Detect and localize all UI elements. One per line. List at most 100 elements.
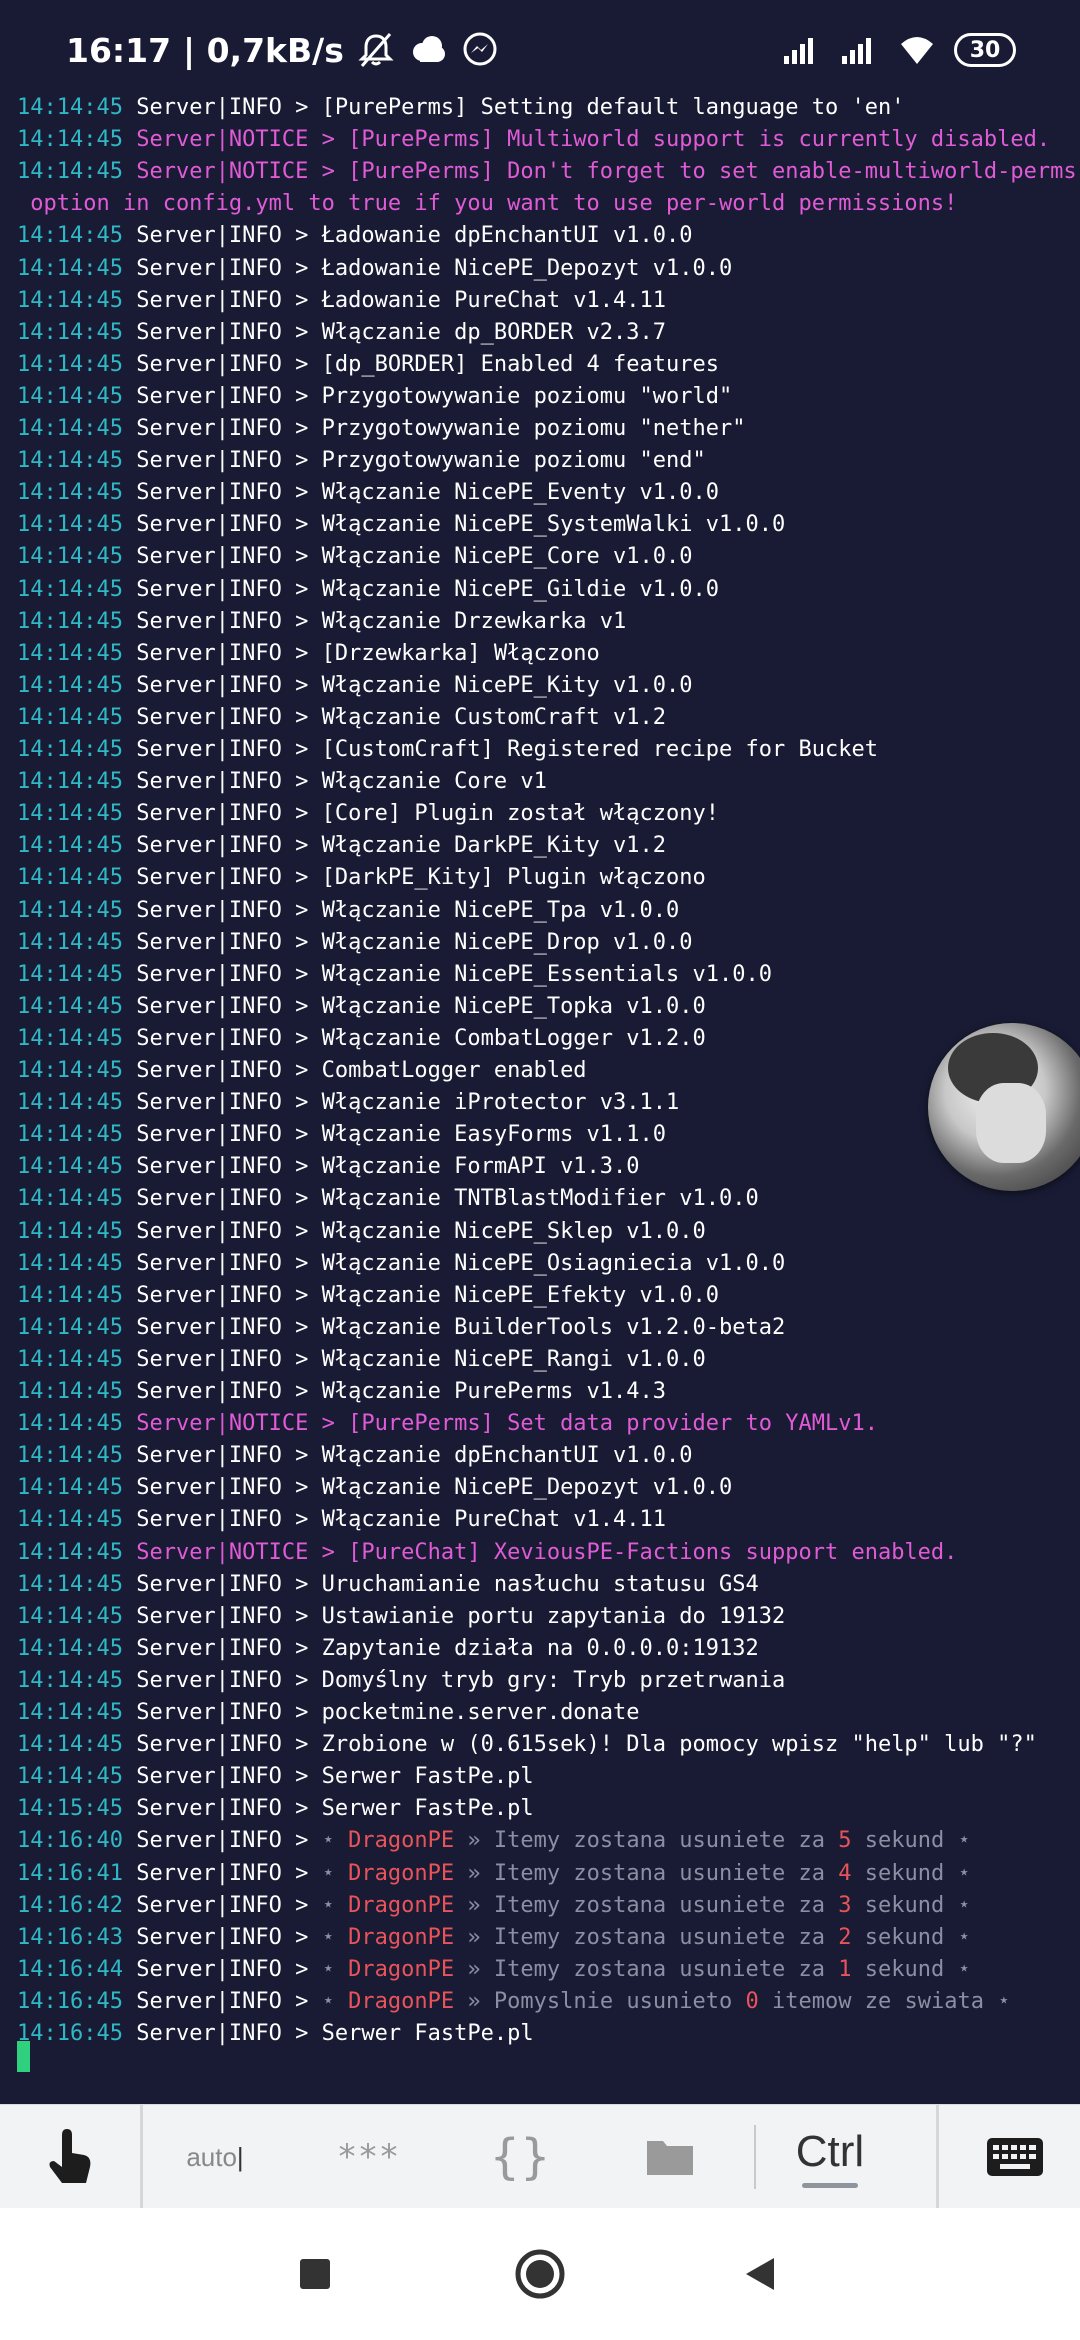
- console-line: option in config.yml to true if you want…: [17, 188, 957, 220]
- star-glyph: ⋆: [321, 1925, 349, 1950]
- log-message: Server|INFO > [dp_BORDER] Enabled 4 feat…: [136, 352, 720, 377]
- star-glyph: ⋆: [321, 1989, 349, 2014]
- log-count: 4: [838, 1861, 852, 1886]
- console-line: 14:14:45 Server|INFO > Włączanie PureCha…: [17, 1504, 666, 1536]
- log-message: Server|INFO > Ładowanie dpEnchantUI v1.0…: [136, 223, 693, 248]
- log-message: Server|INFO > Włączanie PurePerms v1.4.3: [136, 1379, 667, 1404]
- console-line: 14:14:45 Server|INFO > Włączanie NicePE_…: [17, 1344, 706, 1376]
- log-timestamp: 14:14:45: [17, 1764, 123, 1789]
- ctrl-key-button[interactable]: Ctrl: [770, 2105, 890, 2209]
- star-glyph: ⋆: [957, 1925, 971, 1950]
- log-timestamp: 14:14:45: [17, 865, 123, 890]
- braces-label: {}: [489, 2129, 551, 2185]
- log-message: Server|INFO > Włączanie NicePE_Drop v1.0…: [136, 930, 693, 955]
- console-line: 14:14:45 Server|INFO > [CustomCraft] Reg…: [17, 734, 878, 766]
- log-message: Server|INFO > Przygotowywanie poziomu "e…: [136, 448, 706, 473]
- star-glyph: ⋆: [321, 1828, 349, 1853]
- log-timestamp: 14:14:45: [17, 577, 123, 602]
- log-timestamp: 14:14:45: [17, 448, 123, 473]
- log-message: Server|INFO > Serwer FastPe.pl: [136, 1796, 534, 1821]
- toolbar-divider: [754, 2125, 756, 2189]
- log-message: Server|INFO > Włączanie NicePE_Essential…: [136, 962, 772, 987]
- wifi-icon: [901, 37, 933, 64]
- log-timestamp: 14:14:45: [17, 1154, 123, 1179]
- log-timestamp: 14:14:45: [17, 994, 123, 1019]
- log-timestamp: 14:14:45: [17, 930, 123, 955]
- log-timestamp: 14:14:45: [17, 1379, 123, 1404]
- hand-pointer-icon: [49, 2129, 91, 2183]
- star-glyph: ⋆: [957, 1893, 971, 1918]
- log-timestamp: 14:14:45: [17, 223, 123, 248]
- console-line: 14:14:45 Server|INFO > Włączanie DarkPE_…: [17, 830, 666, 862]
- back-button[interactable]: [715, 2208, 805, 2340]
- password-button[interactable]: ***: [310, 2105, 430, 2209]
- triangle-back-icon: [746, 2258, 774, 2290]
- log-message: Itemy zostana usuniete za: [493, 1925, 839, 1950]
- log-message: Server|INFO > Włączanie BuilderTools v1.…: [136, 1315, 786, 1340]
- console-line: 14:14:45 Server|INFO > Włączanie NicePE_…: [17, 1280, 719, 1312]
- console-line: 14:16:45 Server|INFO > Serwer FastPe.pl: [17, 2018, 534, 2050]
- console-line: 14:14:45 Server|INFO > Włączanie NicePE_…: [17, 895, 679, 927]
- console-line: 14:16:43 Server|INFO > ⋆ DragonPE » Item…: [17, 1922, 971, 1954]
- clock: 16:17: [66, 30, 172, 70]
- console-line: 14:14:45 Server|INFO > Włączanie NicePE_…: [17, 574, 719, 606]
- recents-button[interactable]: [270, 2208, 360, 2340]
- touch-mode-button[interactable]: [0, 2105, 140, 2209]
- console-line: 14:15:45 Server|INFO > Serwer FastPe.pl: [17, 1793, 534, 1825]
- log-timestamp: 14:14:45: [17, 1700, 123, 1725]
- log-timestamp: 14:14:45: [17, 1026, 123, 1051]
- log-timestamp: 14:14:45: [17, 512, 123, 537]
- log-message: Server|INFO > Włączanie dpEnchantUI v1.0…: [136, 1443, 693, 1468]
- dragon-tag: DragonPE: [348, 1828, 455, 1853]
- log-timestamp: 14:14:45: [17, 352, 123, 377]
- log-timestamp: 14:14:45: [17, 1347, 123, 1372]
- console-line: 14:14:45 Server|INFO > Włączanie NicePE_…: [17, 1472, 732, 1504]
- log-message: Server|INFO > [DarkPE_Kity] Plugin włącz…: [136, 865, 706, 890]
- terminal-console[interactable]: 14:14:45 Server|INFO > [PurePerms] Setti…: [0, 92, 1080, 2084]
- log-message: Server|INFO > Włączanie iProtector v3.1.…: [136, 1090, 680, 1115]
- dragon-tag: DragonPE: [348, 1989, 455, 2014]
- console-line: 14:14:45 Server|INFO > Włączanie NicePE_…: [17, 670, 693, 702]
- home-button[interactable]: [495, 2208, 585, 2340]
- log-timestamp: 14:16:42: [17, 1893, 123, 1918]
- ctrl-active-indicator: [802, 2182, 858, 2188]
- log-message: Server|INFO > Przygotowywanie poziomu "n…: [136, 416, 746, 441]
- keyboard-icon: [987, 2138, 1043, 2176]
- console-line: 14:14:45 Server|INFO > Włączanie NicePE_…: [17, 541, 693, 573]
- log-message: Server|INFO > Ładowanie NicePE_Depozyt v…: [136, 256, 733, 281]
- circle-icon: [515, 2249, 565, 2299]
- files-button[interactable]: [610, 2105, 730, 2209]
- console-line: 14:14:45 Server|INFO > Włączanie CustomC…: [17, 702, 666, 734]
- console-line: 14:14:45 Server|INFO > [dp_BORDER] Enabl…: [17, 349, 719, 381]
- star-glyph: ⋆: [321, 1893, 349, 1918]
- log-count: 5: [838, 1828, 852, 1853]
- log-timestamp: 14:14:45: [17, 288, 123, 313]
- log-timestamp: 14:14:45: [17, 1668, 123, 1693]
- log-message: Server|INFO > Włączanie EasyForms v1.1.0: [136, 1122, 667, 1147]
- console-line: 14:14:45 Server|INFO > Włączanie iProtec…: [17, 1087, 679, 1119]
- log-timestamp: 14:14:45: [17, 544, 123, 569]
- cloud-icon: [412, 36, 445, 62]
- console-line: 14:16:42 Server|INFO > ⋆ DragonPE » Item…: [17, 1890, 971, 1922]
- status-left: 16:17 | 0,7kB/s: [66, 22, 500, 78]
- log-timestamp: 14:14:45: [17, 1219, 123, 1244]
- dragon-tag: DragonPE: [348, 1861, 455, 1886]
- log-timestamp: 14:14:45: [17, 1604, 123, 1629]
- log-message: Server|INFO > Włączanie NicePE_Osiagniec…: [136, 1251, 786, 1276]
- log-timestamp: 14:14:45: [17, 1283, 123, 1308]
- status-right: 30: [778, 22, 1016, 78]
- log-message: Server|INFO > Włączanie CustomCraft v1.2: [136, 705, 667, 730]
- snippets-button[interactable]: {}: [460, 2105, 580, 2209]
- toolbar-divider: [936, 2105, 939, 2209]
- log-message: Server|INFO > Włączanie CombatLogger v1.…: [136, 1026, 706, 1051]
- log-message: Server|INFO > pocketmine.server.donate: [136, 1700, 640, 1725]
- log-message: Itemy zostana usuniete za: [493, 1861, 839, 1886]
- messenger-icon: [463, 32, 497, 66]
- log-timestamp: 14:14:45: [17, 1475, 123, 1500]
- console-line: 14:14:45 Server|INFO > Ładowanie NicePE_…: [17, 253, 732, 285]
- log-message: Server|INFO > Włączanie PureChat v1.4.11: [136, 1507, 667, 1532]
- keyboard-toggle-button[interactable]: [950, 2105, 1080, 2209]
- auto-button[interactable]: auto |: [160, 2105, 270, 2209]
- log-message: Server|INFO > Domyślny tryb gry: Tryb pr…: [136, 1668, 786, 1693]
- console-line: 14:14:45 Server|INFO > Włączanie PurePer…: [17, 1376, 666, 1408]
